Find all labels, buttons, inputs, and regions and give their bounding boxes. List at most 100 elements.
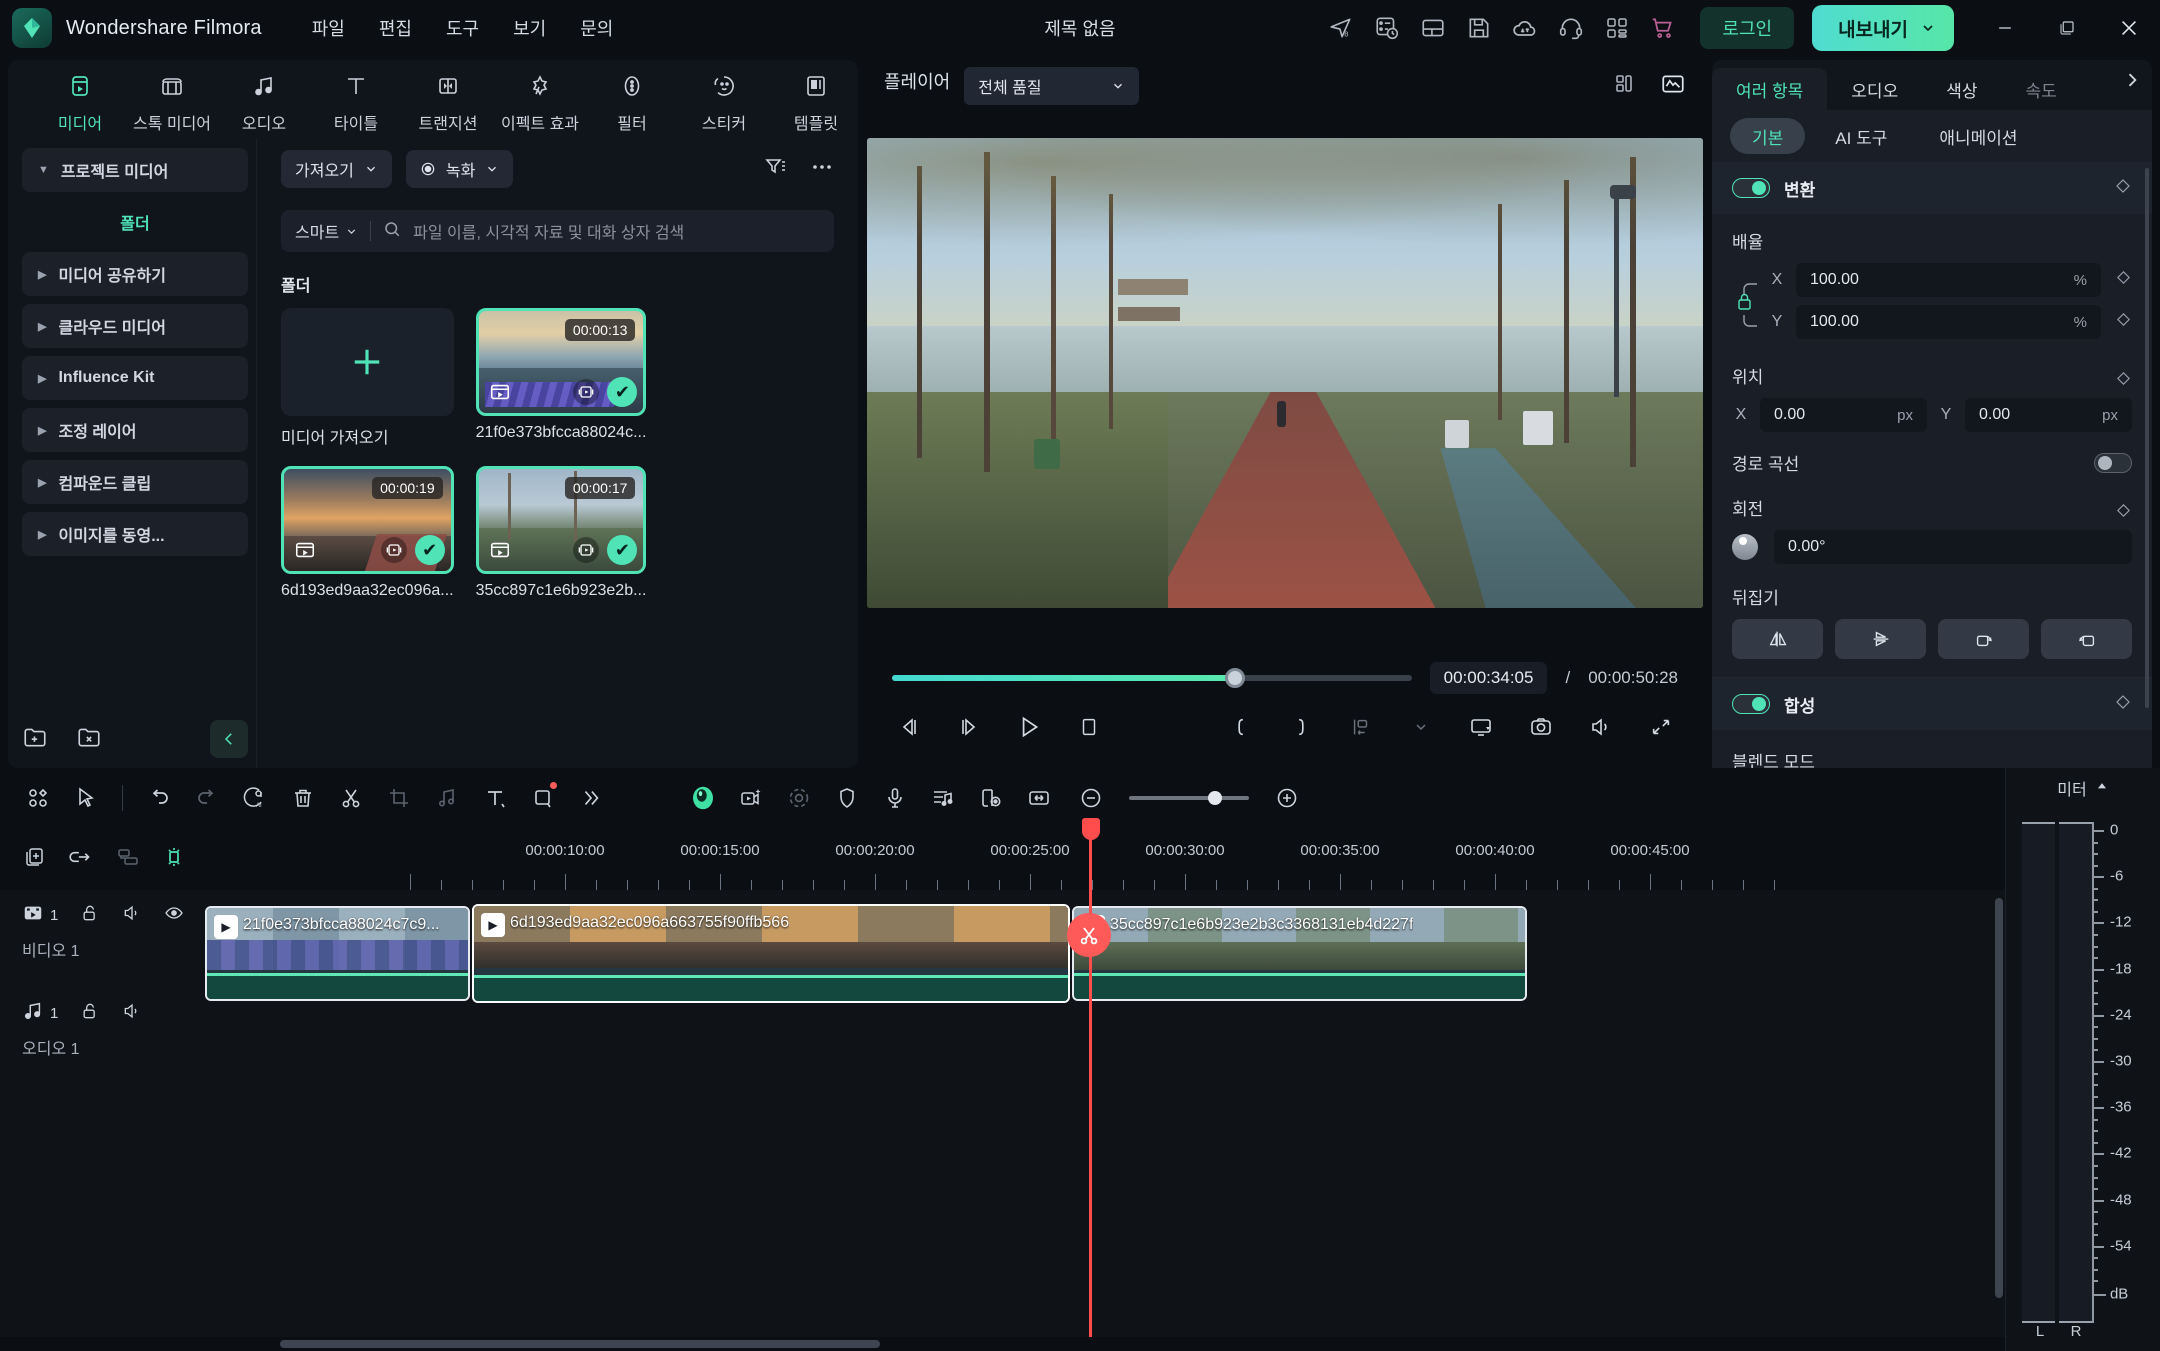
split-scissors-icon[interactable] xyxy=(327,774,375,822)
media-thumbnail[interactable]: 00:00:13 ✔ xyxy=(475,308,647,416)
import-media-tile[interactable]: 미디어 가져오기 xyxy=(281,308,454,448)
position-y-input[interactable]: 0.00 px xyxy=(1965,398,2132,432)
delete-icon[interactable] xyxy=(279,774,327,822)
snap-magnet-icon[interactable] xyxy=(162,845,186,874)
keyframe-diamond-icon[interactable] xyxy=(2115,502,2132,524)
tab-media[interactable]: 미디어 xyxy=(38,64,122,134)
timeline-tracks[interactable]: 1 비디오 1 1 오디오 1 ▶ 21f0e373bfcca88024c7c9… xyxy=(0,890,2005,1337)
folder-item-compound-clip[interactable]: ▶ 컴파운드 클립 xyxy=(22,460,248,504)
tab-templates[interactable]: 템플릿 xyxy=(774,64,858,134)
menu-item-view[interactable]: 보기 xyxy=(513,15,546,41)
crop-icon[interactable] xyxy=(375,774,423,822)
save-icon[interactable] xyxy=(1456,5,1502,51)
group-icon[interactable] xyxy=(116,845,140,874)
tasks-clock-icon[interactable] xyxy=(1364,5,1410,51)
unlock-icon[interactable] xyxy=(80,903,100,928)
link-icon[interactable] xyxy=(68,844,94,875)
menu-item-file[interactable]: 파일 xyxy=(312,15,345,41)
split-at-playhead-button[interactable] xyxy=(1067,913,1111,957)
tab-titles[interactable]: 타이틀 xyxy=(314,64,398,134)
audio-mixer-icon[interactable] xyxy=(919,774,967,822)
preview-icon[interactable] xyxy=(573,379,600,405)
folder-current[interactable]: 폴더 xyxy=(22,200,248,244)
cloud-sync-icon[interactable] xyxy=(1502,5,1548,51)
more-chevrons-icon[interactable] xyxy=(567,774,615,822)
rotation-input[interactable]: 0.00° xyxy=(1774,530,2132,564)
add-track-icon[interactable] xyxy=(22,845,46,874)
play-icon[interactable] xyxy=(1012,710,1046,744)
eye-icon[interactable] xyxy=(164,903,184,928)
scale-y-input[interactable]: 100.00 % xyxy=(1796,305,2101,339)
ai-video-icon[interactable] xyxy=(727,774,775,822)
playhead-handle[interactable] xyxy=(1081,818,1100,840)
timeline-ruler[interactable]: 00:00:10:00 00:00:15:00 00:00:20:00 00:00:2… xyxy=(220,828,2005,890)
zoom-handle[interactable] xyxy=(1208,791,1223,805)
tab-transitions[interactable]: 트랜지션 xyxy=(406,64,490,134)
keyframe-diamond-icon[interactable] xyxy=(2114,177,2132,200)
folder-item-influence-kit[interactable]: ▶ Influence Kit xyxy=(22,356,248,400)
snapshot-export-icon[interactable] xyxy=(1344,710,1378,744)
delete-folder-icon[interactable] xyxy=(76,724,102,755)
quality-dropdown[interactable]: 전체 품질 xyxy=(964,67,1140,105)
media-item[interactable]: 00:00:13 ✔ 21f0e373bfcca88024c... xyxy=(475,308,647,448)
playhead[interactable] xyxy=(1081,818,1100,1337)
search-input[interactable]: 스마트 파일 이름, 시각적 자료 및 대화 상자 검색 xyxy=(281,210,834,252)
folder-item-adjustment-layer[interactable]: ▶ 조정 레이어 xyxy=(22,408,248,452)
more-dots-icon[interactable] xyxy=(810,155,834,184)
tab-effects[interactable]: 이펙트 효과 xyxy=(498,64,582,134)
track-header-audio-1[interactable]: 1 오디오 1 xyxy=(0,988,220,1064)
tab-stock-media[interactable]: 스톡 미디어 xyxy=(130,64,214,134)
menu-item-support[interactable]: 문의 xyxy=(580,15,613,41)
menu-item-tools[interactable]: 도구 xyxy=(446,15,479,41)
seek-handle[interactable] xyxy=(1224,668,1245,688)
maximize-button[interactable] xyxy=(2036,0,2098,56)
minimize-button[interactable] xyxy=(1974,0,2036,56)
next-frame-icon[interactable] xyxy=(952,710,986,744)
ai-audio-icon[interactable]: AI xyxy=(231,774,279,822)
timeline-clip[interactable]: ▶ 6d193ed9aa32ec096a663755f90ffb566 xyxy=(472,904,1070,1003)
mute-icon[interactable] xyxy=(122,1001,142,1026)
preview-icon[interactable] xyxy=(380,537,407,563)
keyframe-diamond-icon[interactable] xyxy=(2115,370,2132,392)
media-thumbnail[interactable]: 00:00:19 ✔ xyxy=(281,466,454,574)
layout-icon[interactable] xyxy=(1410,5,1456,51)
smart-search-dropdown[interactable]: 스마트 xyxy=(295,219,358,243)
position-x-input[interactable]: 0.00 px xyxy=(1760,398,1927,432)
menu-item-edit[interactable]: 편집 xyxy=(379,15,412,41)
media-thumbnail[interactable]: 00:00:17 ✔ xyxy=(475,466,647,574)
seek-slider[interactable] xyxy=(892,668,1412,688)
cart-icon[interactable] xyxy=(1640,5,1686,51)
tab-multiple-items[interactable]: 여러 항목 xyxy=(1712,68,1828,110)
timeline-clip[interactable]: ▶ 35cc897c1e6b923e2b3c3368131eb4d227f xyxy=(1072,906,1527,1001)
volume-icon[interactable] xyxy=(1584,710,1618,744)
new-folder-icon[interactable] xyxy=(22,724,48,755)
subtab-basic[interactable]: 기본 xyxy=(1730,118,1806,154)
zoom-in-icon[interactable] xyxy=(1263,774,1311,822)
record-dropdown[interactable]: 녹화 xyxy=(405,150,514,188)
headset-icon[interactable] xyxy=(1548,5,1594,51)
mark-in-icon[interactable] xyxy=(1224,710,1258,744)
tab-color[interactable]: 색상 xyxy=(1922,68,2001,110)
import-dropdown[interactable]: 가져오기 xyxy=(281,150,392,188)
aspect-lock[interactable] xyxy=(1732,276,1764,334)
audio-detach-icon[interactable] xyxy=(423,774,471,822)
motion-tracking-icon[interactable] xyxy=(775,774,823,822)
media-item[interactable]: 00:00:17 ✔ 35cc897c1e6b923e2b... xyxy=(475,466,647,600)
keyframe-diamond-icon[interactable] xyxy=(2115,269,2132,291)
close-button[interactable] xyxy=(2098,0,2160,56)
chevron-down-icon[interactable] xyxy=(1404,710,1438,744)
tab-stickers[interactable]: 스티커 xyxy=(682,64,766,134)
scrollbar-thumb[interactable] xyxy=(280,1340,880,1348)
folder-item-share-media[interactable]: ▶ 미디어 공유하기 xyxy=(22,252,248,296)
undo-icon[interactable] xyxy=(135,774,183,822)
rotate-left-icon[interactable] xyxy=(2041,619,2132,659)
compositing-toggle[interactable] xyxy=(1732,694,1770,714)
fit-screen-icon[interactable] xyxy=(1464,710,1498,744)
folder-root-project-media[interactable]: ▼ 프로젝트 미디어 xyxy=(22,148,248,192)
filter-sort-icon[interactable] xyxy=(764,155,788,184)
template-grid-icon[interactable] xyxy=(14,774,62,822)
media-item[interactable]: 00:00:19 ✔ 6d193ed9aa32ec096a... xyxy=(281,466,454,600)
path-curve-toggle[interactable] xyxy=(2094,452,2132,473)
mark-out-icon[interactable] xyxy=(1284,710,1318,744)
timeline-horizontal-scrollbar[interactable] xyxy=(0,1337,2005,1351)
